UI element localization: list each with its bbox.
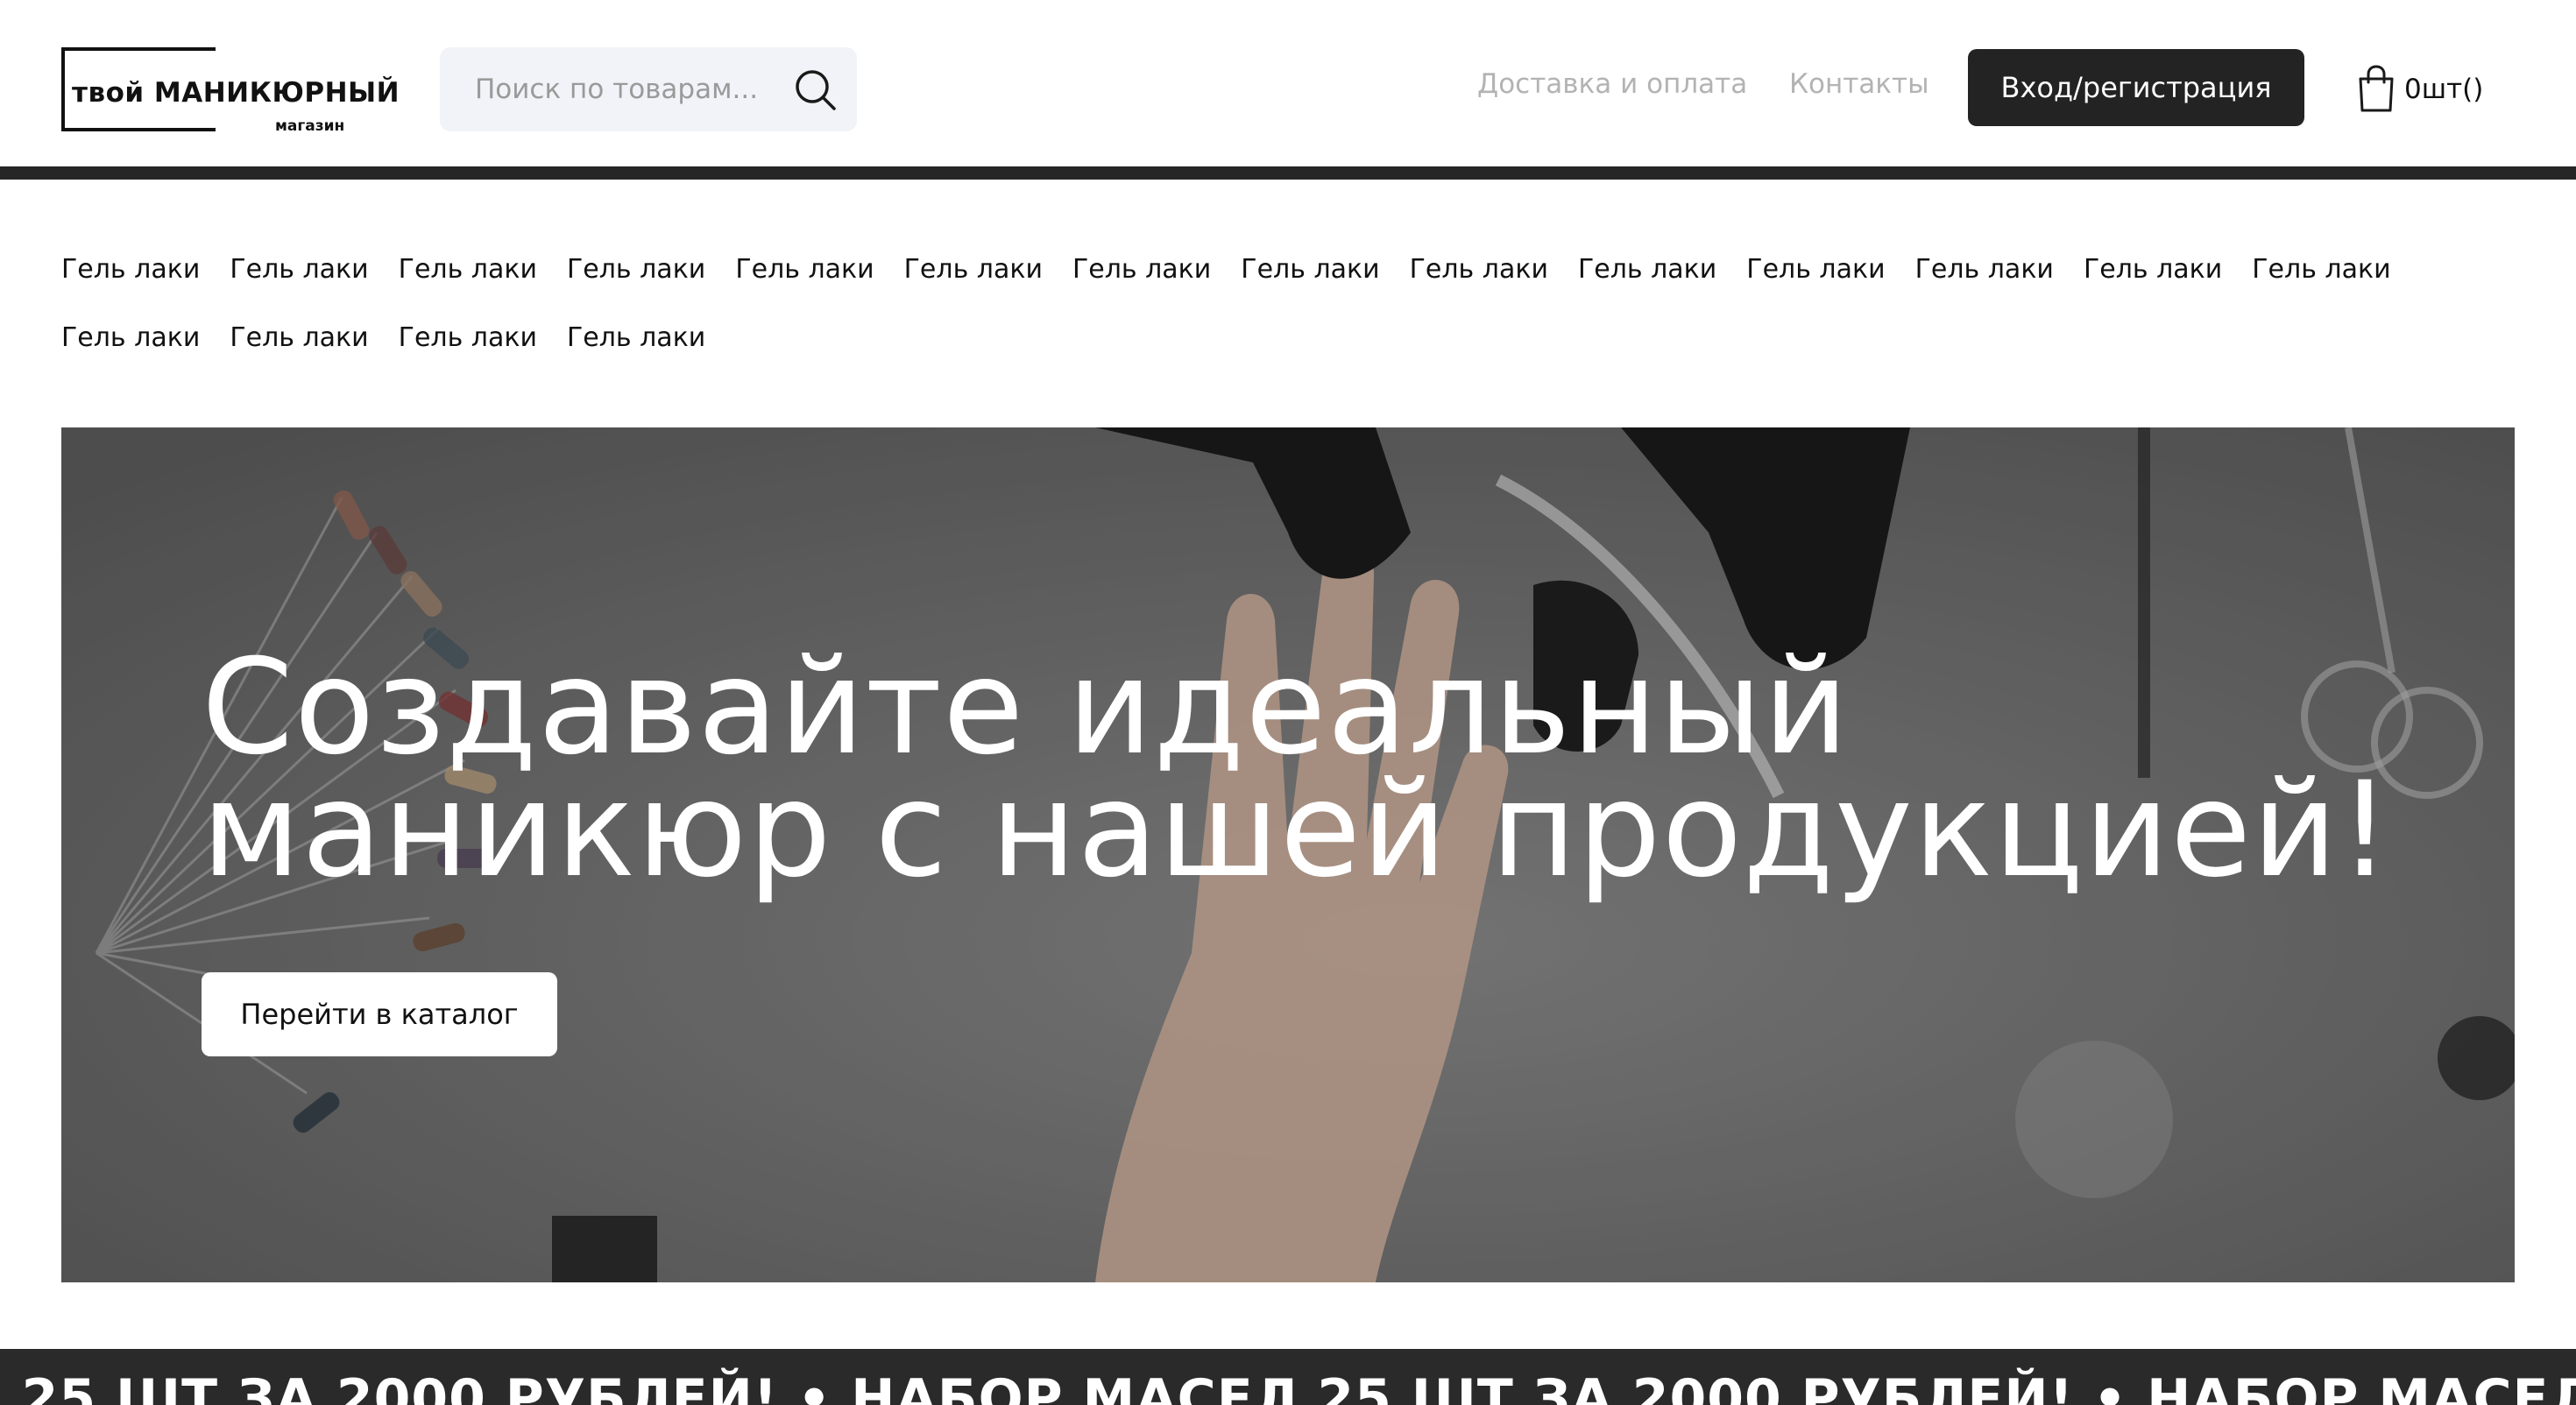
hero-title: Создавайте идеальный маникюр с нашей про…: [202, 632, 2445, 907]
logo[interactable]: твой МАНИКЮРНЫЙ магазин: [61, 47, 400, 135]
search-input[interactable]: [475, 47, 782, 131]
category-link[interactable]: Гель лаки: [1578, 254, 1716, 286]
search-icon[interactable]: [792, 67, 838, 112]
search-box: [440, 47, 857, 131]
login-register-button[interactable]: Вход/регистрация: [1968, 49, 2304, 126]
category-link[interactable]: Гель лаки: [61, 254, 200, 286]
header-divider: [0, 166, 2576, 180]
hero-title-line: маникюр с нашей продукцией!: [202, 754, 2392, 907]
category-menu: Гель лаки Гель лаки Гель лаки Гель лаки …: [61, 254, 2427, 354]
category-link[interactable]: Гель лаки: [1410, 254, 1548, 286]
category-link[interactable]: Гель лаки: [399, 322, 537, 354]
category-link[interactable]: Гель лаки: [2252, 254, 2390, 286]
promo-ticker-text: 1 25 ШТ ЗА 2000 РУБЛЕЙ! • НАБОР МАСЕЛ 25…: [0, 1368, 2576, 1405]
category-link[interactable]: Гель лаки: [567, 322, 705, 354]
category-link[interactable]: Гель лаки: [2084, 254, 2222, 286]
category-link[interactable]: Гель лаки: [1072, 254, 1211, 286]
category-link[interactable]: Гель лаки: [230, 322, 368, 354]
category-link[interactable]: Гель лаки: [230, 254, 368, 286]
cart-button[interactable]: 0шт(): [2357, 65, 2483, 114]
category-link[interactable]: Гель лаки: [61, 322, 200, 354]
logo-title: твой МАНИКЮРНЫЙ: [72, 77, 400, 109]
category-link[interactable]: Гель лаки: [1241, 254, 1379, 286]
cart-count: 0шт(): [2404, 74, 2484, 105]
category-link[interactable]: Гель лаки: [567, 254, 705, 286]
category-link[interactable]: Гель лаки: [1746, 254, 1885, 286]
category-link[interactable]: Гель лаки: [1915, 254, 2054, 286]
go-to-catalog-button[interactable]: Перейти в каталог: [202, 972, 557, 1056]
shopping-bag-icon: [2359, 65, 2394, 112]
hero-banner: Создавайте идеальный маникюр с нашей про…: [61, 427, 2515, 1282]
hero-title-line: Создавайте идеальный: [202, 632, 1850, 784]
nav-link-delivery[interactable]: Доставка и оплата: [1477, 68, 1747, 100]
site-header: твой МАНИКЮРНЫЙ магазин Доставка и оплат…: [0, 0, 2576, 166]
promo-ticker: 1 25 ШТ ЗА 2000 РУБЛЕЙ! • НАБОР МАСЕЛ 25…: [0, 1349, 2576, 1405]
nav-link-contacts[interactable]: Контакты: [1789, 68, 1929, 100]
logo-subtitle: магазин: [275, 117, 345, 135]
category-link[interactable]: Гель лаки: [735, 254, 874, 286]
category-link[interactable]: Гель лаки: [399, 254, 537, 286]
category-link[interactable]: Гель лаки: [904, 254, 1043, 286]
